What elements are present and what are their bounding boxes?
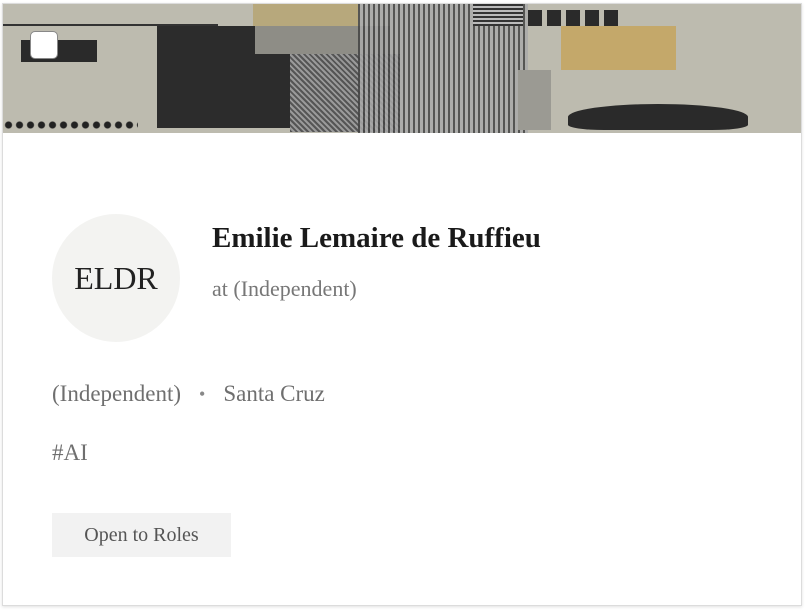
- profile-name[interactable]: Emilie Lemaire de Ruffieu: [212, 222, 541, 255]
- avatar: ELDR: [52, 214, 180, 342]
- location: Santa Cruz: [223, 381, 325, 406]
- profile-card: ELDR Emilie Lemaire de Ruffieu at (Indep…: [2, 3, 802, 606]
- profile-meta: (Independent) • Santa Cruz: [52, 381, 325, 407]
- avatar-initials: ELDR: [74, 259, 158, 296]
- separator-dot: •: [199, 383, 206, 404]
- banner-image: [3, 4, 801, 133]
- tag-ai[interactable]: #AI: [52, 440, 88, 466]
- profile-subtitle: at (Independent): [212, 276, 357, 301]
- company: (Independent): [52, 381, 181, 406]
- select-checkbox[interactable]: [30, 31, 58, 59]
- open-to-roles-button[interactable]: Open to Roles: [52, 513, 231, 557]
